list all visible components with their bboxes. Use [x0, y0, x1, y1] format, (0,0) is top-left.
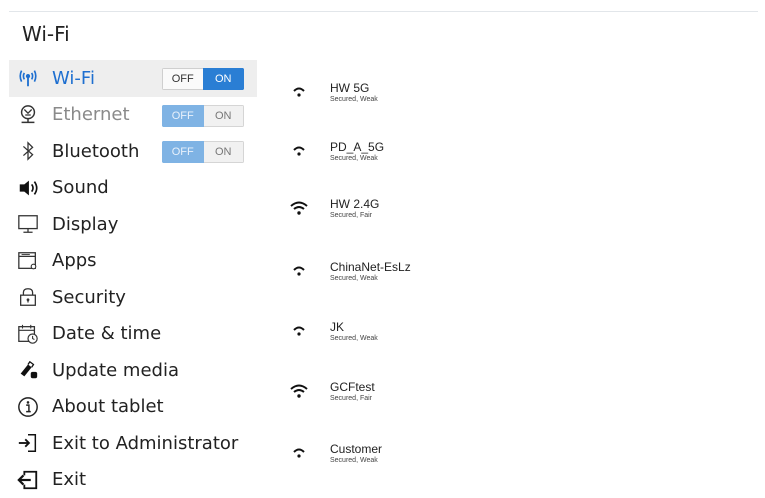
toggle-off-option: OFF: [162, 141, 204, 163]
toggle-on-option[interactable]: ON: [203, 68, 245, 90]
ethernet-toggle: OFF ON: [162, 105, 244, 127]
monitor-icon: [16, 212, 40, 236]
sidebar-item-bluetooth[interactable]: Bluetooth OFF ON: [9, 133, 257, 170]
speaker-icon: [16, 176, 40, 200]
settings-sidebar: Wi-Fi OFF ON Ethernet OFF ON Bluetooth O…: [9, 60, 257, 498]
toggle-off-option[interactable]: OFF: [162, 68, 203, 90]
bluetooth-toggle: OFF ON: [162, 141, 244, 163]
network-status: Secured, Fair: [330, 211, 379, 220]
sidebar-item-security[interactable]: Security: [9, 279, 257, 316]
network-item[interactable]: HW 5GSecured, Weak: [287, 82, 378, 104]
network-status: Secured, Weak: [330, 154, 384, 163]
toggle-on-option: ON: [204, 141, 245, 163]
wifi-weak-icon: [287, 143, 311, 159]
sidebar-item-label: Wi-Fi: [52, 68, 95, 89]
wifi-weak-icon: [287, 263, 311, 279]
sidebar-item-about-tablet[interactable]: About tablet: [9, 389, 257, 426]
network-item[interactable]: GCFtestSecured, Fair: [287, 381, 375, 403]
network-status: Secured, Weak: [330, 95, 378, 104]
sidebar-item-label: Update media: [52, 360, 179, 381]
apps-window-icon: [16, 249, 40, 273]
network-name: Customer: [330, 443, 382, 456]
network-item[interactable]: HW 2.4GSecured, Fair: [287, 198, 379, 220]
sidebar-item-label: Bluetooth: [52, 141, 139, 162]
network-name: HW 2.4G: [330, 198, 379, 211]
network-list: HW 5GSecured, Weak PD_A_5GSecured, Weak …: [287, 0, 747, 488]
network-status: Secured, Fair: [330, 394, 375, 403]
info-icon: [16, 395, 40, 419]
sidebar-item-label: Exit to Administrator: [52, 433, 238, 454]
wifi-fair-icon: [287, 200, 311, 216]
sidebar-item-wifi[interactable]: Wi-Fi OFF ON: [9, 60, 257, 97]
network-status: Secured, Weak: [330, 274, 411, 283]
network-name: ChinaNet-EsLz: [330, 261, 411, 274]
bluetooth-icon: [16, 139, 40, 163]
network-item[interactable]: PD_A_5GSecured, Weak: [287, 141, 384, 163]
network-status: Secured, Weak: [330, 456, 382, 465]
wifi-fair-icon: [287, 383, 311, 399]
network-item[interactable]: CustomerSecured, Weak: [287, 443, 382, 465]
sidebar-item-exit-to-administrator[interactable]: Exit to Administrator: [9, 425, 257, 462]
wifi-weak-icon: [287, 445, 311, 461]
sidebar-item-display[interactable]: Display: [9, 206, 257, 243]
toggle-on-option: ON: [204, 105, 245, 127]
network-name: HW 5G: [330, 82, 378, 95]
sidebar-item-label: Sound: [52, 177, 109, 198]
network-name: JK: [330, 321, 378, 334]
network-item[interactable]: JKSecured, Weak: [287, 321, 378, 343]
sidebar-item-sound[interactable]: Sound: [9, 170, 257, 207]
sidebar-item-date-time[interactable]: Date & time: [9, 316, 257, 353]
sidebar-item-label: About tablet: [52, 396, 164, 417]
sidebar-item-label: Display: [52, 214, 118, 235]
wifi-weak-icon: [287, 323, 311, 339]
wifi-signal-icon: [16, 66, 40, 90]
sidebar-item-label: Date & time: [52, 323, 161, 344]
page-title: Wi-Fi: [22, 22, 70, 46]
ethernet-icon: [16, 103, 40, 127]
usb-drive-icon: [16, 358, 40, 382]
sidebar-item-label: Exit: [52, 469, 86, 490]
exit-to-admin-icon: [16, 431, 40, 455]
wifi-toggle[interactable]: OFF ON: [162, 68, 244, 90]
sidebar-item-apps[interactable]: Apps: [9, 243, 257, 280]
network-status: Secured, Weak: [330, 334, 378, 343]
exit-icon: [16, 468, 40, 492]
calendar-clock-icon: [16, 322, 40, 346]
lock-icon: [16, 285, 40, 309]
sidebar-item-label: Security: [52, 287, 126, 308]
sidebar-item-exit[interactable]: Exit: [9, 462, 257, 498]
sidebar-item-label: Ethernet: [52, 104, 130, 125]
sidebar-item-label: Apps: [52, 250, 97, 271]
network-name: GCFtest: [330, 381, 375, 394]
toggle-off-option: OFF: [162, 105, 204, 127]
network-item[interactable]: ChinaNet-EsLzSecured, Weak: [287, 261, 411, 283]
wifi-weak-icon: [287, 84, 311, 100]
sidebar-item-update-media[interactable]: Update media: [9, 352, 257, 389]
network-name: PD_A_5G: [330, 141, 384, 154]
sidebar-item-ethernet[interactable]: Ethernet OFF ON: [9, 97, 257, 134]
